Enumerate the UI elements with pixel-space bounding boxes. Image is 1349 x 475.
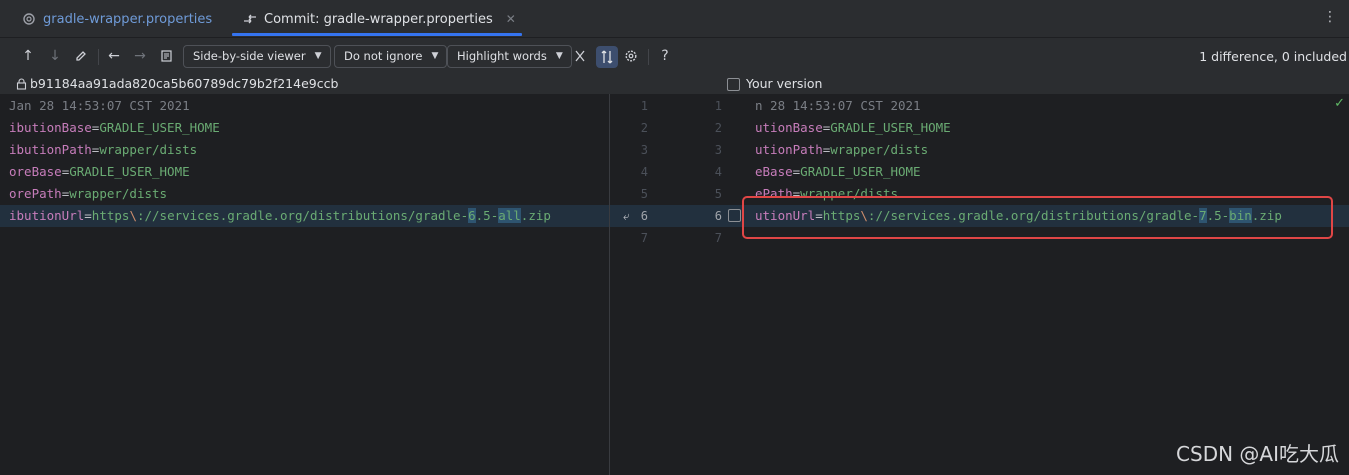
- include-all-checkbox[interactable]: [727, 77, 740, 91]
- code-line: eBase=GRADLE_USER_HOME: [755, 164, 921, 179]
- tab-gradle-wrapper-properties[interactable]: gradle-wrapper.properties: [22, 0, 212, 38]
- highlight-label: Highlight words: [457, 49, 547, 63]
- left-diff-editor[interactable]: Jan 28 14:53:07 CST 2021 ibutionBase=GRA…: [0, 94, 609, 475]
- viewer-mode-label: Side-by-side viewer: [193, 49, 306, 63]
- highlight-mode-dropdown[interactable]: Highlight words ▼: [447, 45, 572, 68]
- code-line: utionBase=GRADLE_USER_HOME: [755, 120, 951, 135]
- changes-list-icon[interactable]: [157, 45, 177, 67]
- code-line: ibutionPath=wrapper/dists: [9, 142, 198, 157]
- chevron-down-icon: ▼: [431, 51, 439, 61]
- right-line-number: 2: [714, 121, 722, 135]
- right-line-number: 3: [714, 143, 722, 157]
- revision-hash: b91184aa91ada820ca5b60789dc79b2f214e9ccb: [30, 76, 339, 91]
- gear-icon: [23, 13, 35, 25]
- right-line-number: 6: [714, 209, 722, 223]
- viewer-mode-dropdown[interactable]: Side-by-side viewer ▼: [183, 45, 331, 68]
- forward-arrow-icon[interactable]: →: [130, 45, 150, 67]
- close-tab-icon[interactable]: ✕: [506, 12, 516, 26]
- ignore-label: Do not ignore: [344, 49, 423, 63]
- right-line-number: 5: [714, 187, 722, 201]
- file-header-bar: b91184aa91ada820ca5b60789dc79b2f214e9ccb…: [0, 74, 1349, 94]
- back-arrow-icon[interactable]: ←: [104, 45, 124, 67]
- tab-label: Commit: gradle-wrapper.properties: [264, 11, 493, 27]
- previous-difference-icon[interactable]: ↑: [18, 45, 38, 67]
- watermark: CSDN @AI吃大瓜: [1176, 442, 1339, 466]
- left-line-number: 3: [640, 143, 648, 157]
- changed-word: bin: [1229, 208, 1252, 223]
- settings-gear-icon[interactable]: [621, 45, 641, 67]
- no-problems-check-icon: ✓: [1334, 96, 1345, 111]
- code-line: ibutionBase=GRADLE_USER_HOME: [9, 120, 220, 135]
- tab-commit-gradle-wrapper-properties[interactable]: Commit: gradle-wrapper.properties ✕: [232, 0, 522, 38]
- code-line: orePath=wrapper/dists: [9, 186, 168, 201]
- code-line: utionPath=wrapper/dists: [755, 142, 929, 157]
- left-line-number: 4: [640, 165, 648, 179]
- difference-count-status: 1 difference, 0 included: [1199, 49, 1347, 64]
- diff-gutter: 1 2 3 4 5 6 7 ⤶ 1 2 3 4 5 6 7: [609, 94, 745, 475]
- more-options-icon[interactable]: ⋮: [1323, 9, 1337, 25]
- code-line: n 28 14:53:07 CST 2021: [755, 98, 921, 113]
- help-icon[interactable]: ?: [655, 45, 675, 67]
- editor-tab-bar: gradle-wrapper.properties Commit: gradle…: [0, 0, 1349, 38]
- lock-icon: [16, 78, 27, 90]
- apply-change-icon[interactable]: ⤶: [623, 205, 630, 227]
- changed-code-line: utionUrl=https\://services.gradle.org/di…: [755, 208, 1282, 223]
- edit-source-icon[interactable]: [71, 45, 91, 67]
- changed-word: all: [498, 208, 521, 223]
- left-revision-header: b91184aa91ada820ca5b60789dc79b2f214e9ccb: [16, 74, 338, 94]
- next-difference-icon[interactable]: ↓: [45, 45, 65, 67]
- tab-label: gradle-wrapper.properties: [43, 11, 213, 27]
- right-version-header: Your version: [727, 74, 822, 94]
- active-tab-indicator: [232, 33, 522, 36]
- chevron-down-icon: ▼: [555, 51, 563, 61]
- right-line-number: 1: [714, 99, 722, 113]
- left-line-number: 2: [640, 121, 648, 135]
- left-line-number: 5: [640, 187, 648, 201]
- right-line-number: 4: [714, 165, 722, 179]
- right-diff-editor[interactable]: n 28 14:53:07 CST 2021 utionBase=GRADLE_…: [745, 94, 1349, 475]
- code-line: ePath=wrapper/dists: [755, 186, 899, 201]
- left-line-number: 7: [640, 231, 648, 245]
- code-line: oreBase=GRADLE_USER_HOME: [9, 164, 190, 179]
- changed-word: 6: [468, 208, 476, 223]
- right-line-number: 7: [714, 231, 722, 245]
- diff-toolbar: ↑ ↓ ← → Side-by-side viewer ▼ Do not ign…: [0, 38, 1349, 74]
- changed-word: 7: [1199, 208, 1207, 223]
- toolbar-separator: [98, 49, 99, 65]
- chevron-down-icon: ▼: [314, 51, 322, 61]
- changed-code-line: ibutionUrl=https\://services.gradle.org/…: [9, 208, 551, 223]
- left-line-number: 1: [640, 99, 648, 113]
- commit-compare-icon: [244, 14, 256, 24]
- code-line: Jan 28 14:53:07 CST 2021: [9, 98, 190, 113]
- your-version-label: Your version: [746, 76, 823, 91]
- toolbar-separator: [648, 49, 649, 65]
- sync-scroll-toggle[interactable]: [596, 46, 618, 68]
- whitespace-ignore-dropdown[interactable]: Do not ignore ▼: [334, 45, 448, 68]
- collapse-unchanged-icon[interactable]: [570, 45, 590, 67]
- include-change-checkbox[interactable]: [728, 209, 741, 222]
- sync-scroll-icon: [601, 50, 613, 64]
